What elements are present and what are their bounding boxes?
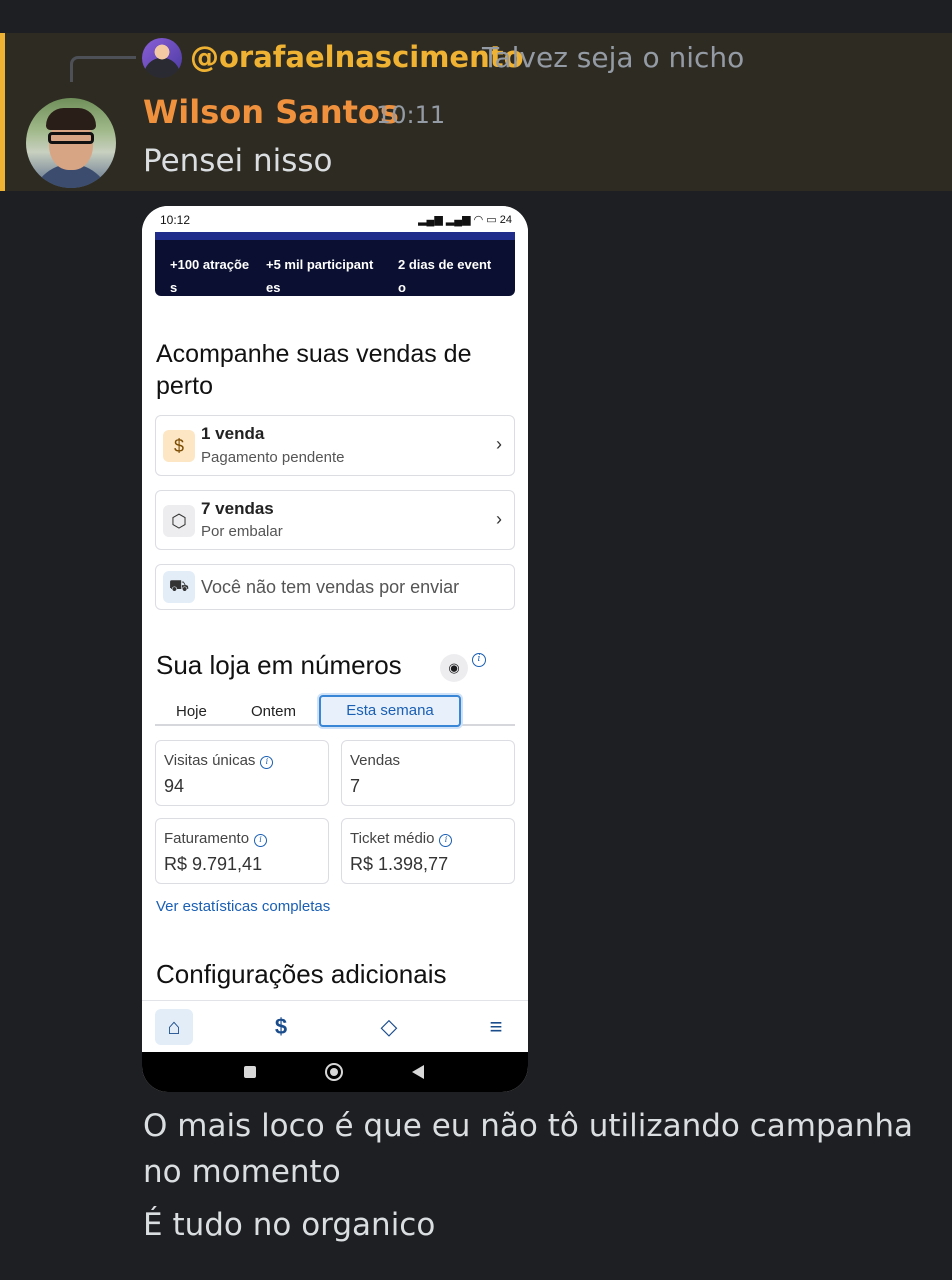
menu-icon[interactable]: ≡ xyxy=(477,1009,515,1045)
stat-visitas: Visitas únicas i 94 xyxy=(155,740,329,806)
wifi-icon: ◠ xyxy=(473,214,487,226)
sales-card-pending[interactable]: $ 1 venda Pagamento pendente › xyxy=(155,415,515,476)
card-title: 7 vendas xyxy=(201,499,274,518)
reply-avatar[interactable] xyxy=(142,38,182,78)
author-avatar[interactable] xyxy=(26,98,116,188)
stat-value: R$ 9.791,41 xyxy=(164,854,263,874)
chevron-right-icon: › xyxy=(496,509,502,529)
reply-connector xyxy=(70,56,136,82)
dollar-icon: $ xyxy=(163,430,195,462)
message-text: Pensei nisso xyxy=(143,143,333,179)
mention-highlight-bar xyxy=(0,33,5,191)
banner-item: +100 atraçõe s xyxy=(170,257,250,295)
tab-hoje[interactable]: Hoje xyxy=(176,703,207,720)
status-icons: ▂▄▆ ▂▄▆ ◠ ▭ 24 xyxy=(418,213,512,226)
author-name[interactable]: Wilson Santos xyxy=(143,93,399,131)
tag-icon[interactable]: ◇ xyxy=(370,1009,408,1045)
stat-value: 94 xyxy=(164,776,185,796)
message-text: É tudo no organico xyxy=(143,1207,436,1243)
stat-value: 7 xyxy=(350,776,361,796)
no-shipping-text: Você não tem vendas por enviar xyxy=(201,577,460,597)
back-icon[interactable] xyxy=(412,1065,424,1079)
chevron-right-icon: › xyxy=(496,434,502,454)
info-icon[interactable]: i xyxy=(260,756,274,769)
banner-item: 2 dias de event o xyxy=(398,257,492,295)
bottom-nav: ⌂ $ ◇ ≡ xyxy=(142,1000,528,1052)
message-timestamp: 10:11 xyxy=(376,101,446,129)
store-heading: Sua loja em números xyxy=(156,650,402,680)
home-icon[interactable]: ⌂ xyxy=(155,1009,193,1045)
stat-label: Visitas únicas xyxy=(164,752,256,769)
info-icon[interactable]: i xyxy=(254,834,268,847)
stat-vendas: Vendas 7 xyxy=(341,740,515,806)
reply-preview-text[interactable]: Talvez seja o nicho xyxy=(482,41,744,74)
info-icon[interactable]: i xyxy=(439,834,453,847)
android-nav-bar xyxy=(142,1052,528,1092)
message-text: O mais loco é que eu não tô utilizando c… xyxy=(143,1108,913,1190)
signal-icon: ▂▄▆ ▂▄▆ xyxy=(418,214,474,226)
stat-label: Faturamento xyxy=(164,830,250,847)
top-strip xyxy=(0,0,952,33)
home-button-icon[interactable] xyxy=(325,1063,343,1081)
stat-label: Ticket médio xyxy=(350,830,435,847)
truck-icon: ⛟ xyxy=(163,571,195,603)
config-heading: Configurações adicionais xyxy=(156,959,447,989)
phone-status-bar: 10:12 ▂▄▆ ▂▄▆ ◠ ▭ 24 xyxy=(142,206,528,234)
card-subtitle: Pagamento pendente xyxy=(201,449,345,466)
sales-heading: Acompanhe suas vendas de perto xyxy=(156,340,472,400)
hide-values-eye-icon[interactable]: ◉ xyxy=(440,654,468,682)
card-title: 1 venda xyxy=(201,424,265,443)
recents-icon[interactable] xyxy=(244,1066,256,1078)
tab-ontem[interactable]: Ontem xyxy=(251,703,296,720)
stat-value: R$ 1.398,77 xyxy=(350,854,449,874)
banner-item: +5 mil participant es xyxy=(266,257,374,295)
full-stats-link[interactable]: Ver estatísticas completas xyxy=(156,898,330,915)
battery-icon: ▭ xyxy=(486,214,497,226)
stat-label: Vendas xyxy=(350,752,401,769)
card-subtitle: Por embalar xyxy=(201,523,283,540)
battery-level: 24 xyxy=(499,214,512,226)
box-icon: ⬡ xyxy=(163,505,195,537)
info-icon[interactable]: i xyxy=(472,653,486,667)
screenshot-attachment[interactable]: 10:12 ▂▄▆ ▂▄▆ ◠ ▭ 24 +100 atraçõe s +5 mi… xyxy=(142,206,528,1092)
tab-esta-semana[interactable]: Esta semana xyxy=(319,695,461,727)
dollar-icon[interactable]: $ xyxy=(262,1009,300,1045)
status-time: 10:12 xyxy=(160,213,191,227)
sales-card-packing[interactable]: ⬡ 7 vendas Por embalar › xyxy=(155,490,515,550)
reply-mention[interactable]: @orafaelnascimento xyxy=(190,40,524,74)
stat-ticket-medio: Ticket médio i R$ 1.398,77 xyxy=(341,818,515,884)
shipping-card: ⛟ Você não tem vendas por enviar xyxy=(155,564,515,610)
event-banner: +100 atraçõe s +5 mil participant es 2 dia… xyxy=(155,232,515,296)
stat-faturamento: Faturamento i R$ 9.791,41 xyxy=(155,818,329,884)
